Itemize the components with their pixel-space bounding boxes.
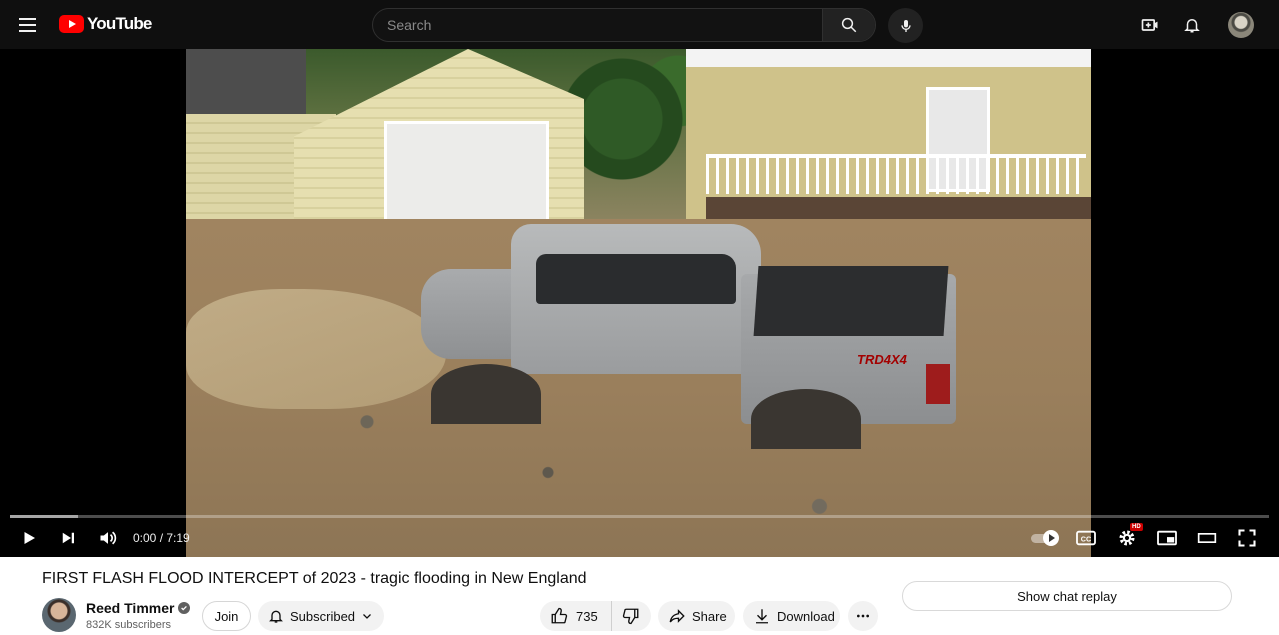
subscribed-label: Subscribed <box>290 608 356 624</box>
time-display: 0:00 / 7:19 <box>133 531 190 545</box>
join-label: Join <box>214 608 239 624</box>
video-player[interactable]: TRD4X4 0:00 / 7:19 CC HD <box>0 49 1279 557</box>
bell-icon <box>1184 19 1200 33</box>
garage-roof <box>186 49 306 114</box>
like-button[interactable]: 735 <box>540 601 612 631</box>
truck-rear-wheel <box>751 389 861 449</box>
next-icon <box>62 532 74 544</box>
miniplayer-button[interactable] <box>1154 525 1180 551</box>
logo-text: YouTube <box>87 14 152 33</box>
show-chat-replay-button[interactable]: Show chat replay <box>902 581 1232 611</box>
next-button[interactable] <box>55 525 81 551</box>
fullscreen-button[interactable] <box>1234 525 1260 551</box>
fullscreen-icon <box>1238 529 1256 547</box>
thumbs-down-icon <box>622 608 639 625</box>
video-scene-trees <box>566 49 706 189</box>
play-button[interactable] <box>16 525 42 551</box>
search-input[interactable] <box>373 9 823 41</box>
play-icon <box>24 532 35 544</box>
search-icon <box>841 17 857 33</box>
settings-icon <box>1119 530 1135 546</box>
youtube-logo-icon <box>59 15 84 33</box>
join-button[interactable]: Join <box>202 601 251 631</box>
truck-bed-inner <box>753 266 949 336</box>
video-scene-truck: TRD4X4 <box>421 214 961 449</box>
dislike-button[interactable] <box>612 601 650 631</box>
download-icon <box>756 609 768 624</box>
menu-icon[interactable] <box>14 12 42 38</box>
more-actions-button[interactable] <box>848 601 878 631</box>
captions-icon: CC <box>1076 530 1096 546</box>
hd-badge: HD <box>1130 523 1143 531</box>
theater-icon <box>1197 533 1217 543</box>
channel-avatar[interactable] <box>42 598 76 632</box>
like-count: 735 <box>576 608 598 624</box>
truck-window <box>536 254 736 304</box>
video-scene-porch-rail <box>706 154 1086 194</box>
volume-button[interactable] <box>95 525 121 551</box>
verified-icon <box>178 602 191 614</box>
channel-name-link[interactable]: Reed Timmer <box>86 600 191 616</box>
progress-buffered <box>10 515 78 518</box>
miniplayer-icon <box>1157 530 1177 546</box>
share-icon <box>669 609 685 623</box>
bell-outline-icon <box>269 610 283 623</box>
autoplay-toggle-icon <box>1043 530 1059 546</box>
truck-tail-light <box>926 364 950 404</box>
truck-badge: TRD4X4 <box>857 352 907 367</box>
create-button[interactable] <box>1138 13 1162 37</box>
chevron-down-icon <box>363 614 371 619</box>
account-avatar[interactable] <box>1228 12 1254 38</box>
subscriber-count: 832K subscribers <box>86 619 171 631</box>
thumbs-up-icon <box>551 607 568 624</box>
chat-replay-label: Show chat replay <box>1017 588 1117 604</box>
search-box <box>372 8 876 42</box>
player-controls: 0:00 / 7:19 CC HD <box>0 519 1279 557</box>
masthead: YouTube <box>0 0 1279 49</box>
more-icon <box>857 614 869 618</box>
truck-front-wheel <box>431 364 541 424</box>
subscribed-button[interactable]: Subscribed <box>258 601 384 631</box>
volume-icon <box>100 531 117 545</box>
share-label: Share <box>692 608 727 624</box>
video-frame[interactable]: TRD4X4 <box>186 49 1091 557</box>
mic-icon <box>900 19 911 32</box>
voice-search-button[interactable] <box>888 8 923 43</box>
captions-button[interactable]: CC <box>1073 525 1099 551</box>
channel-name: Reed Timmer <box>86 600 175 616</box>
like-dislike-group: 735 <box>540 601 651 631</box>
search-button[interactable] <box>822 9 875 41</box>
create-icon <box>1141 19 1158 31</box>
youtube-logo[interactable]: YouTube <box>59 14 152 34</box>
download-label: Download <box>777 608 835 624</box>
download-button[interactable]: Download <box>743 601 840 631</box>
settings-button[interactable]: HD <box>1114 523 1143 551</box>
video-scene-house-roof <box>686 49 1091 67</box>
theater-mode-button[interactable] <box>1194 525 1220 551</box>
notifications-button[interactable] <box>1180 13 1204 37</box>
progress-bar[interactable] <box>10 515 1269 518</box>
autoplay-toggle[interactable] <box>1029 530 1059 546</box>
share-button[interactable]: Share <box>658 601 735 631</box>
svg-text:CC: CC <box>1081 535 1091 544</box>
video-title: FIRST FLASH FLOOD INTERCEPT of 2023 - tr… <box>42 570 587 587</box>
